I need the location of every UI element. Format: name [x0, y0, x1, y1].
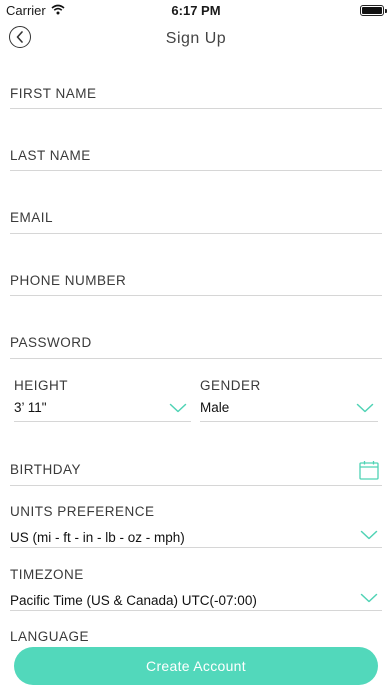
password-field[interactable]: PASSWORD	[10, 335, 382, 359]
birthday-label: BIRTHDAY	[10, 462, 82, 477]
height-label: HEIGHT	[14, 378, 69, 393]
calendar-icon[interactable]	[359, 460, 379, 480]
chevron-down-icon	[169, 403, 187, 413]
gender-label: GENDER	[200, 378, 261, 393]
last-name-field[interactable]: LAST NAME	[10, 148, 382, 171]
units-preference-select[interactable]: UNITS PREFERENCE US (mi - ft - in - lb -…	[10, 504, 382, 548]
timezone-value: Pacific Time (US & Canada) UTC(-07:00)	[10, 593, 257, 608]
gender-select[interactable]: GENDER Male	[200, 378, 378, 422]
create-account-button[interactable]: Create Account	[14, 647, 378, 685]
password-label: PASSWORD	[10, 335, 92, 350]
email-field[interactable]: EMAIL	[10, 210, 382, 234]
first-name-label: FIRST NAME	[10, 86, 97, 101]
timezone-label: TIMEZONE	[10, 567, 84, 582]
status-bar: Carrier 6:17 PM	[0, 0, 392, 22]
chevron-down-icon	[360, 530, 378, 540]
gender-value: Male	[200, 400, 230, 415]
birthday-field[interactable]: BIRTHDAY	[10, 460, 382, 486]
units-preference-value: US (mi - ft - in - lb - oz - mph)	[10, 530, 185, 545]
phone-number-field[interactable]: PHONE NUMBER	[10, 273, 382, 296]
last-name-label: LAST NAME	[10, 148, 91, 163]
phone-number-label: PHONE NUMBER	[10, 273, 127, 288]
chevron-down-icon	[356, 403, 374, 413]
timezone-select[interactable]: TIMEZONE Pacific Time (US & Canada) UTC(…	[10, 567, 382, 611]
chevron-down-icon	[360, 593, 378, 603]
height-select[interactable]: HEIGHT 3’ 11"	[14, 378, 191, 422]
nav-bar: Sign Up	[0, 26, 392, 52]
status-time: 6:17 PM	[171, 3, 221, 18]
language-label: LANGUAGE	[10, 629, 90, 644]
first-name-field[interactable]: FIRST NAME	[10, 86, 382, 109]
battery-icon	[360, 5, 387, 16]
page-title: Sign Up	[165, 30, 227, 47]
email-label: EMAIL	[10, 210, 54, 225]
units-preference-label: UNITS PREFERENCE	[10, 504, 155, 519]
height-value: 3’ 11"	[14, 400, 47, 415]
